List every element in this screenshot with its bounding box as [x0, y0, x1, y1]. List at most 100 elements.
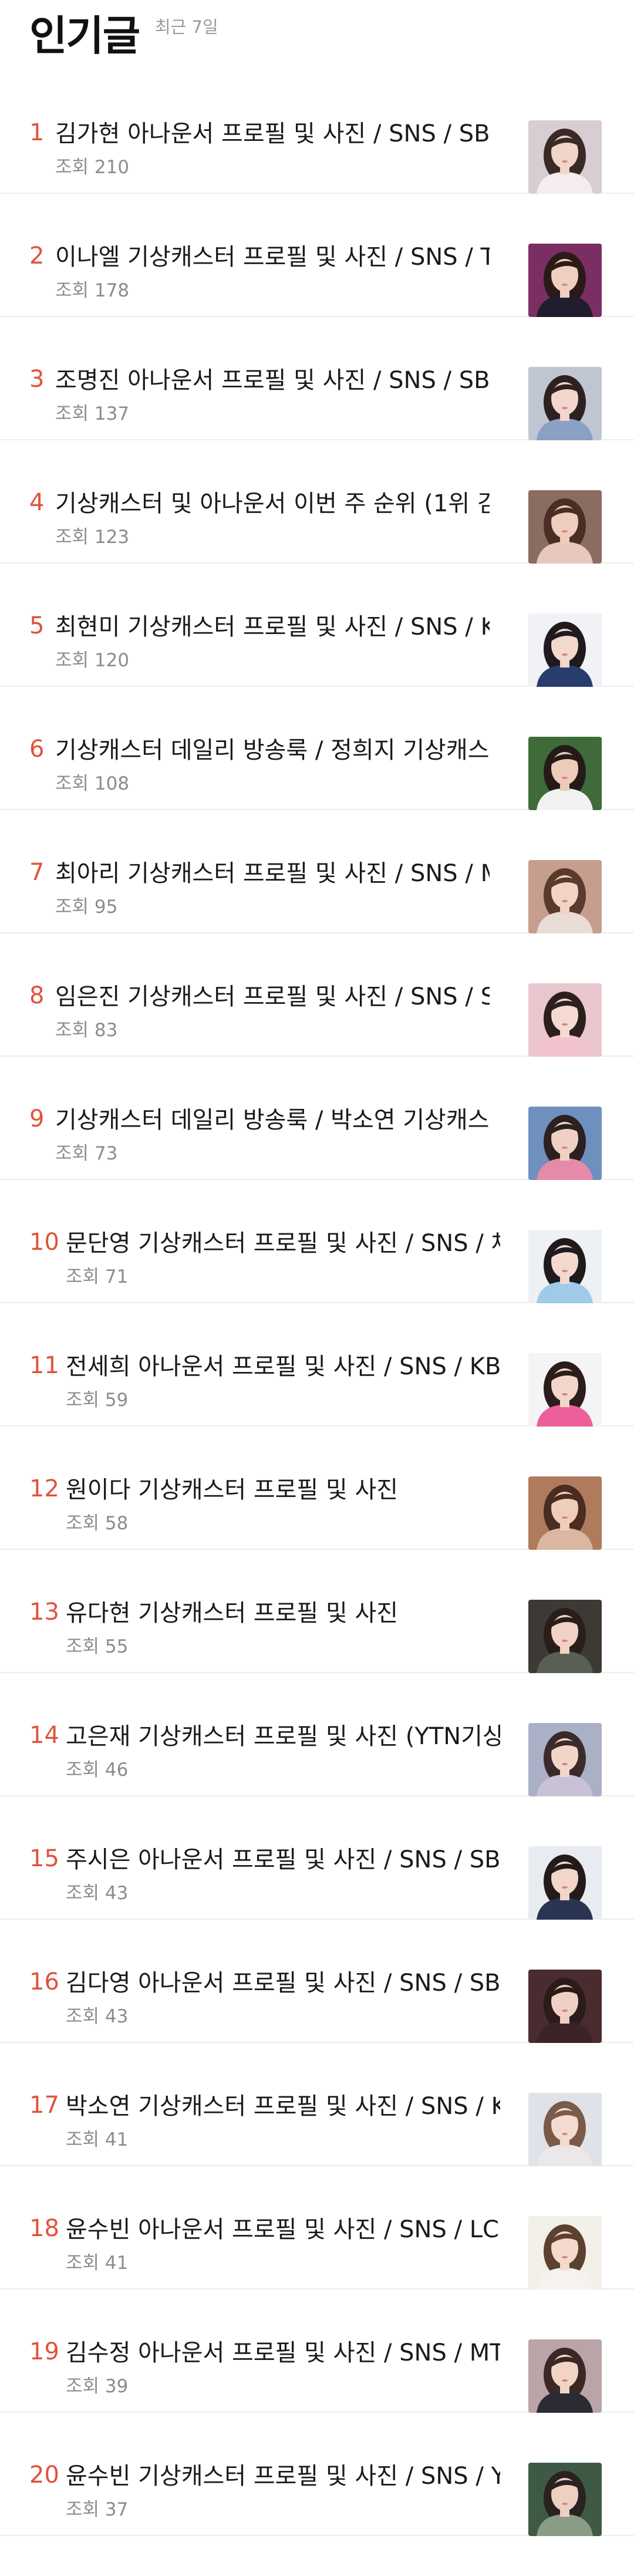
list-item[interactable]: 11 전세희 아나운서 프로필 및 사진 / SNS / KBS ... 조회 59	[0, 1303, 634, 1427]
page-title: 인기글	[29, 12, 140, 60]
view-count-number: 37	[104, 2499, 129, 2520]
view-count-number: 59	[104, 1390, 129, 1411]
rank-number: 5	[29, 612, 45, 639]
view-count-label: 조회	[55, 157, 89, 178]
view-count-label: 조회	[55, 280, 89, 301]
view-count-number: 41	[104, 2129, 129, 2150]
list-item[interactable]: 7 최아리 기상캐스터 프로필 및 사진 / SNS / MB... 조회 95	[0, 810, 634, 933]
post-thumbnail[interactable]	[528, 367, 602, 440]
post-title-link[interactable]: 기상캐스터 및 아나운서 이번 주 순위 (1위 김다...	[55, 491, 490, 517]
view-count: 조회 71	[66, 1268, 128, 1286]
rank-number: 6	[29, 736, 45, 763]
post-thumbnail[interactable]	[528, 983, 602, 1057]
post-thumbnail[interactable]	[528, 1353, 602, 1427]
view-count-label: 조회	[55, 773, 89, 794]
post-thumbnail[interactable]	[528, 1230, 602, 1303]
post-title-link[interactable]: 윤수빈 아나운서 프로필 및 사진 / SNS / LCK ...	[66, 2217, 500, 2243]
portrait-image	[528, 1600, 602, 1673]
list-item[interactable]: 2 이나엘 기상캐스터 프로필 및 사진 / SNS / TV... 조회 178	[0, 194, 634, 317]
post-title-link[interactable]: 김수정 아나운서 프로필 및 사진 / SNS / MT...	[66, 2340, 500, 2366]
post-thumbnail[interactable]	[528, 2216, 602, 2290]
post-thumbnail[interactable]	[528, 1107, 602, 1180]
post-thumbnail[interactable]	[528, 490, 602, 564]
list-item[interactable]: 5 최현미 기상캐스터 프로필 및 사진 / SNS / KB... 조회 120	[0, 564, 634, 687]
post-thumbnail[interactable]	[528, 2463, 602, 2536]
view-count-number: 46	[104, 1759, 129, 1781]
post-title-link[interactable]: 임은진 기상캐스터 프로필 및 사진 / SNS / SB...	[55, 984, 490, 1010]
view-count-label: 조회	[66, 1513, 100, 1534]
portrait-image	[528, 1476, 602, 1550]
post-thumbnail[interactable]	[528, 613, 602, 687]
post-title-link[interactable]: 윤수빈 기상캐스터 프로필 및 사진 / SNS / Y...	[66, 2463, 500, 2489]
list-item[interactable]: 17 박소연 기상캐스터 프로필 및 사진 / SNS / KB... 조회 41	[0, 2043, 634, 2166]
post-thumbnail[interactable]	[528, 244, 602, 317]
post-thumbnail[interactable]	[528, 2093, 602, 2166]
post-title-link[interactable]: 주시은 아나운서 프로필 및 사진 / SNS / SBS ...	[66, 1847, 500, 1873]
list-item[interactable]: 14 고은재 기상캐스터 프로필 및 사진 (YTN기상... 조회 46	[0, 1673, 634, 1796]
post-thumbnail[interactable]	[528, 1723, 602, 1796]
list-item[interactable]: 4 기상캐스터 및 아나운서 이번 주 순위 (1위 김다... 조회 123	[0, 440, 634, 564]
post-title-link[interactable]: 최현미 기상캐스터 프로필 및 사진 / SNS / KB...	[55, 614, 490, 640]
view-count-number: 41	[104, 2253, 129, 2274]
view-count-number: 210	[94, 157, 130, 178]
list-item[interactable]: 3 조명진 아나운서 프로필 및 사진 / SNS / SBS ... 조회 137	[0, 317, 634, 440]
rank-number: 9	[29, 1105, 45, 1132]
post-title-link[interactable]: 고은재 기상캐스터 프로필 및 사진 (YTN기상...	[66, 1724, 500, 1749]
portrait-image	[528, 613, 602, 687]
view-count-label: 조회	[55, 403, 89, 424]
post-title-link[interactable]: 원이다 기상캐스터 프로필 및 사진	[66, 1477, 500, 1503]
post-thumbnail[interactable]	[528, 860, 602, 933]
post-title-link[interactable]: 조명진 아나운서 프로필 및 사진 / SNS / SBS ...	[55, 367, 490, 393]
portrait-image	[528, 1970, 602, 2043]
post-title-link[interactable]: 박소연 기상캐스터 프로필 및 사진 / SNS / KB...	[66, 2093, 500, 2119]
view-count: 조회 210	[55, 159, 129, 177]
post-thumbnail[interactable]	[528, 1600, 602, 1673]
list-item[interactable]: 15 주시은 아나운서 프로필 및 사진 / SNS / SBS ... 조회 43	[0, 1796, 634, 1920]
view-count-label: 조회	[55, 527, 89, 548]
post-title-link[interactable]: 문단영 기상캐스터 프로필 및 사진 / SNS / 채...	[66, 1230, 500, 1256]
rank-number: 4	[29, 489, 45, 516]
view-count: 조회 43	[66, 2008, 128, 2026]
list-item[interactable]: 1 김가현 아나운서 프로필 및 사진 / SNS / SBS ... 조회 210	[0, 70, 634, 194]
view-count-number: 108	[94, 773, 130, 794]
post-thumbnail[interactable]	[528, 120, 602, 194]
header: 인기글 최근 7일	[0, 0, 634, 70]
view-count-label: 조회	[66, 2376, 100, 2397]
popular-posts-page: 인기글 최근 7일 1 김가현 아나운서 프로필 및 사진 / SNS / SBS…	[0, 0, 634, 2576]
list-item[interactable]: 16 김다영 아나운서 프로필 및 사진 / SNS / SBS ... 조회 43	[0, 1920, 634, 2043]
post-title-link[interactable]: 이나엘 기상캐스터 프로필 및 사진 / SNS / TV...	[55, 244, 490, 270]
view-count-label: 조회	[66, 2499, 100, 2520]
view-count-number: 55	[104, 1636, 129, 1657]
list-item[interactable]: 20 윤수빈 기상캐스터 프로필 및 사진 / SNS / Y... 조회 37	[0, 2413, 634, 2536]
view-count: 조회 43	[66, 1884, 128, 1903]
list-item[interactable]: 13 유다현 기상캐스터 프로필 및 사진 조회 55	[0, 1550, 634, 1673]
view-count: 조회 41	[66, 2254, 128, 2272]
post-thumbnail[interactable]	[528, 2339, 602, 2413]
post-title-link[interactable]: 유다현 기상캐스터 프로필 및 사진	[66, 1600, 500, 1626]
post-thumbnail[interactable]	[528, 1846, 602, 1920]
list-item[interactable]: 18 윤수빈 아나운서 프로필 및 사진 / SNS / LCK ... 조회 41	[0, 2166, 634, 2290]
post-title-link[interactable]: 김다영 아나운서 프로필 및 사진 / SNS / SBS ...	[66, 1970, 500, 1996]
post-title-link[interactable]: 김가현 아나운서 프로필 및 사진 / SNS / SBS ...	[55, 121, 490, 147]
list-item[interactable]: 19 김수정 아나운서 프로필 및 사진 / SNS / MT... 조회 39	[0, 2290, 634, 2413]
post-thumbnail[interactable]	[528, 1970, 602, 2043]
portrait-image	[528, 367, 602, 440]
rank-number: 10	[29, 1229, 59, 1256]
list-item[interactable]: 12 원이다 기상캐스터 프로필 및 사진 조회 58	[0, 1427, 634, 1550]
view-count-number: 123	[94, 527, 130, 548]
post-title-link[interactable]: 최아리 기상캐스터 프로필 및 사진 / SNS / MB...	[55, 861, 490, 886]
list-item[interactable]: 10 문단영 기상캐스터 프로필 및 사진 / SNS / 채... 조회 71	[0, 1180, 634, 1303]
view-count-label: 조회	[66, 1636, 100, 1657]
rank-number: 7	[29, 859, 45, 886]
rank-number: 2	[29, 242, 45, 269]
post-title-link[interactable]: 기상캐스터 데일리 방송룩 / 박소연 기상캐스터...	[55, 1107, 490, 1133]
post-thumbnail[interactable]	[528, 1476, 602, 1550]
list-item[interactable]: 6 기상캐스터 데일리 방송룩 / 정희지 기상캐스터... 조회 108	[0, 687, 634, 810]
list-item[interactable]: 8 임은진 기상캐스터 프로필 및 사진 / SNS / SB... 조회 83	[0, 933, 634, 1057]
list-item[interactable]: 9 기상캐스터 데일리 방송룩 / 박소연 기상캐스터... 조회 73	[0, 1057, 634, 1180]
rank-number: 1	[29, 119, 45, 146]
post-title-link[interactable]: 기상캐스터 데일리 방송룩 / 정희지 기상캐스터...	[55, 737, 490, 763]
post-thumbnail[interactable]	[528, 737, 602, 810]
post-title-link[interactable]: 전세희 아나운서 프로필 및 사진 / SNS / KBS ...	[66, 1354, 500, 1380]
view-count-label: 조회	[66, 2006, 100, 2027]
